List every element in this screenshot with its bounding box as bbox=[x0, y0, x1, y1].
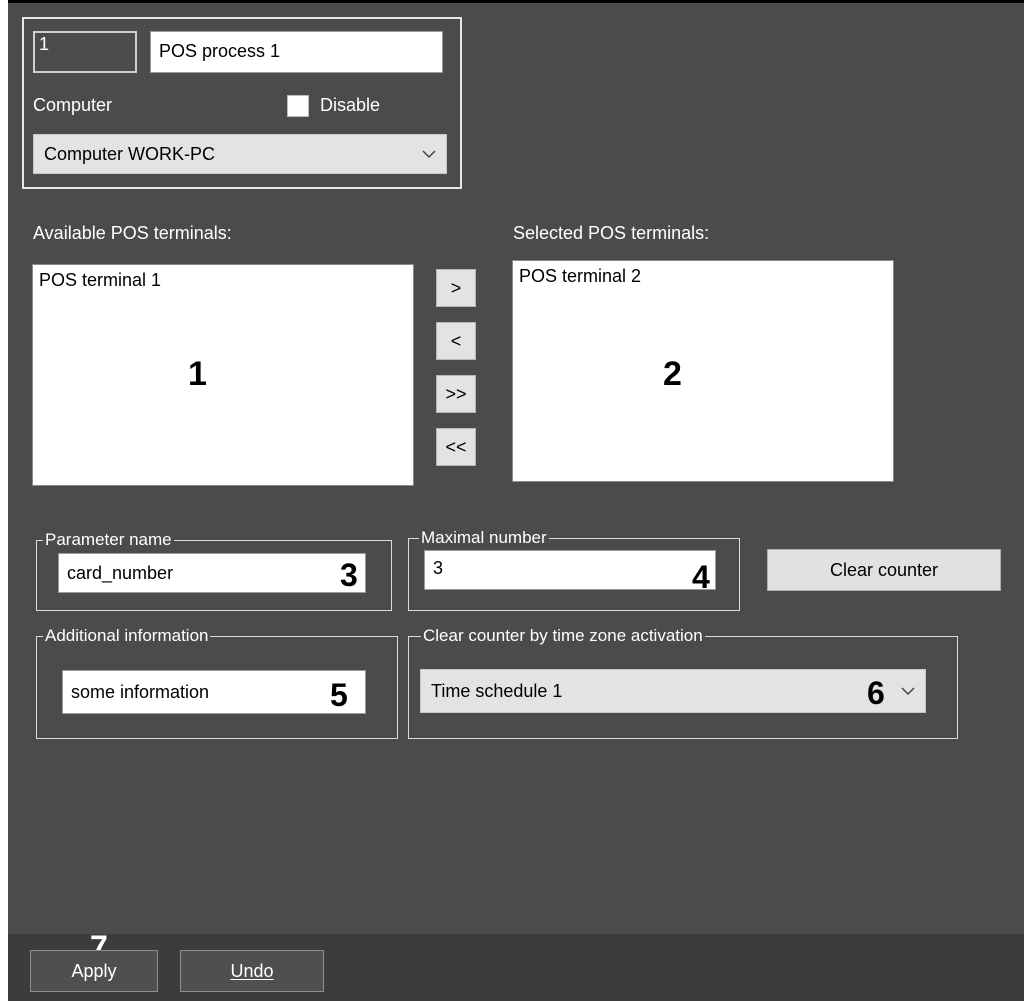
computer-label: Computer bbox=[33, 95, 113, 115]
selected-terminals-label: Selected POS terminals: bbox=[513, 223, 710, 243]
move-all-left-button[interactable]: << bbox=[436, 428, 476, 466]
callout-5: 5 bbox=[330, 677, 348, 713]
footer-bar bbox=[8, 934, 1024, 1001]
move-all-right-button[interactable]: >> bbox=[436, 375, 476, 413]
move-right-button[interactable]: > bbox=[436, 269, 476, 307]
additional-info-legend: Additional information bbox=[43, 626, 211, 646]
process-name-field[interactable]: POS process 1 bbox=[150, 31, 443, 73]
move-left-button[interactable]: < bbox=[436, 322, 476, 360]
selected-terminals-list[interactable]: POS terminal 2 2 bbox=[512, 260, 894, 482]
callout-2: 2 bbox=[663, 355, 682, 393]
available-terminals-list[interactable]: POS terminal 1 1 bbox=[32, 264, 414, 486]
parameter-name-legend: Parameter name bbox=[43, 530, 174, 550]
disable-label: Disable bbox=[320, 95, 381, 115]
list-item[interactable]: POS terminal 2 bbox=[519, 265, 641, 287]
undo-button[interactable]: Undo bbox=[180, 950, 324, 992]
undo-label: Undo bbox=[230, 960, 274, 981]
parameter-name-field[interactable]: card_number bbox=[58, 553, 366, 593]
chevron-down-icon bbox=[422, 150, 436, 159]
top-border bbox=[8, 0, 1024, 3]
id-field[interactable]: 1 bbox=[33, 31, 137, 73]
maximal-number-field[interactable]: 3 bbox=[424, 550, 716, 590]
list-item[interactable]: POS terminal 1 bbox=[39, 269, 161, 291]
maximal-number-legend: Maximal number bbox=[419, 528, 549, 548]
apply-label: Apply bbox=[71, 960, 117, 981]
time-schedule-select[interactable]: Time schedule 1 6 bbox=[420, 669, 926, 713]
chevron-down-icon bbox=[901, 687, 915, 696]
computer-select-value: Computer WORK-PC bbox=[44, 144, 216, 164]
apply-button[interactable]: Apply bbox=[30, 950, 158, 992]
callout-1: 1 bbox=[188, 355, 207, 393]
callout-4: 4 bbox=[692, 559, 710, 595]
computer-select[interactable]: Computer WORK-PC bbox=[33, 134, 447, 174]
callout-3: 3 bbox=[340, 557, 358, 593]
clear-counter-button[interactable]: Clear counter bbox=[767, 549, 1001, 591]
time-schedule-value: Time schedule 1 bbox=[431, 681, 563, 701]
additional-info-field[interactable]: some information bbox=[62, 670, 366, 714]
time-zone-legend: Clear counter by time zone activation bbox=[421, 626, 705, 646]
available-terminals-label: Available POS terminals: bbox=[33, 223, 232, 243]
disable-checkbox[interactable] bbox=[287, 95, 309, 117]
callout-6: 6 bbox=[867, 675, 885, 711]
